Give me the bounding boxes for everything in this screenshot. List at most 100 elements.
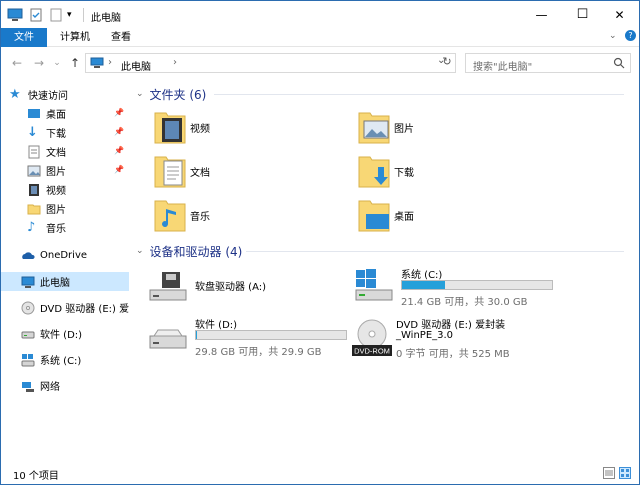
- minimize-button[interactable]: —: [519, 1, 564, 28]
- windows-drive-icon: [21, 353, 35, 367]
- recent-locations-button[interactable]: ⌄: [49, 55, 65, 71]
- dvd-drive-icon: DVD-ROM: [352, 319, 392, 356]
- sidebar-item-onedrive[interactable]: OneDrive: [1, 246, 129, 265]
- drive-usage-fill: [402, 281, 446, 289]
- sidebar-item-pictures[interactable]: 图片 📌: [1, 161, 129, 180]
- sidebar-item-documents[interactable]: 文档 📌: [1, 142, 129, 161]
- breadcrumb-separator[interactable]: ›: [108, 57, 112, 68]
- back-button[interactable]: ←: [9, 55, 25, 71]
- search-icon[interactable]: [613, 57, 625, 69]
- new-folder-icon[interactable]: [49, 8, 63, 22]
- network-icon: [21, 379, 35, 393]
- pin-icon[interactable]: 📌: [114, 108, 124, 117]
- this-pc-icon: [7, 8, 23, 21]
- ribbon-tabs: 文件 计算机 查看 ⌄ ?: [1, 28, 639, 47]
- tab-file[interactable]: 文件: [1, 28, 47, 47]
- download-icon: ↓: [27, 124, 38, 140]
- sidebar-item-videos[interactable]: 视频: [1, 180, 129, 199]
- sidebar-item-label: OneDrive: [40, 250, 88, 261]
- sidebar-item-music[interactable]: ♪ 音乐: [1, 218, 129, 237]
- folder-label: 图片: [394, 123, 414, 135]
- dvd-rom-label: DVD-ROM: [354, 347, 390, 356]
- group-title: 文件夹 (6): [149, 87, 207, 102]
- sidebar-item-desktop[interactable]: 桌面 📌: [1, 104, 129, 123]
- breadcrumb-this-pc[interactable]: 此电脑: [121, 58, 151, 73]
- drive-e[interactable]: DVD-ROM DVD 驱动器 (E:) 爱封装 _WinPE_3.0 0 字节…: [352, 316, 592, 360]
- tab-view[interactable]: 查看: [101, 28, 141, 47]
- drive-a[interactable]: 软盘驱动器 (A:): [148, 268, 348, 308]
- pin-icon[interactable]: 📌: [114, 127, 124, 136]
- sidebar-item-drive-d[interactable]: 软件 (D:): [1, 324, 129, 343]
- drive-name: 软盘驱动器 (A:): [195, 282, 267, 293]
- drive-info: 29.8 GB 可用，共 29.9 GB: [195, 347, 322, 358]
- sidebar-item-downloads[interactable]: ↓ 下载 📌: [1, 123, 129, 142]
- breadcrumb-separator[interactable]: ›: [173, 57, 177, 68]
- details-view-icon[interactable]: [603, 467, 615, 479]
- title-separator: [83, 8, 84, 22]
- sidebar-item-this-pc[interactable]: 此电脑: [1, 272, 129, 291]
- pin-icon[interactable]: 📌: [114, 165, 124, 174]
- hard-drive-icon: [149, 329, 187, 349]
- explorer-window: ▾ 此电脑 — ☐ ✕ 文件 计算机 查看 ⌄ ? ← → ⌄ ↑ › 此电脑 …: [0, 0, 640, 485]
- folder-label: 视频: [190, 123, 210, 135]
- help-icon[interactable]: ?: [625, 30, 636, 41]
- forward-button[interactable]: →: [31, 55, 47, 71]
- address-bar[interactable]: › 此电脑 › ⌄: [85, 53, 456, 73]
- folder-music[interactable]: 音乐: [154, 197, 210, 233]
- sidebar-item-dvd-drive[interactable]: DVD 驱动器 (E:) 爱封: [1, 298, 129, 317]
- sidebar-item-drive-c[interactable]: 系统 (C:): [1, 350, 129, 369]
- drive-usage-bar: [195, 330, 347, 340]
- drive-name: 软件 (D:): [195, 320, 238, 331]
- sidebar-item-label: 网络: [40, 382, 60, 393]
- close-button[interactable]: ✕: [597, 1, 640, 28]
- music-folder-icon: [154, 200, 186, 232]
- folder-desktop[interactable]: 桌面: [358, 197, 414, 233]
- refresh-button[interactable]: ↻: [439, 55, 455, 71]
- group-divider: [214, 94, 624, 95]
- sidebar-item-quick-access[interactable]: ★ 快速访问: [1, 85, 129, 104]
- sidebar-item-label: 此电脑: [40, 278, 70, 289]
- collapse-icon[interactable]: ⌄: [136, 246, 144, 256]
- up-button[interactable]: ↑: [67, 55, 83, 71]
- quick-access-toolbar: ▾: [7, 7, 72, 23]
- star-icon: ★: [9, 86, 21, 102]
- drive-d[interactable]: 软件 (D:) 29.8 GB 可用，共 29.9 GB: [148, 316, 348, 358]
- this-pc-icon: [21, 275, 35, 289]
- customize-qa-icon[interactable]: ▾: [67, 10, 72, 20]
- sidebar-item-label: 音乐: [46, 224, 66, 235]
- cloud-icon: [21, 249, 35, 263]
- this-pc-icon: [90, 57, 104, 68]
- pin-icon[interactable]: 📌: [114, 146, 124, 155]
- folder-pictures[interactable]: 图片: [358, 109, 414, 145]
- group-title: 设备和驱动器 (4): [149, 244, 243, 259]
- video-folder-icon: [154, 112, 186, 144]
- document-icon: [27, 145, 41, 159]
- collapse-icon[interactable]: ⌄: [136, 89, 144, 99]
- folder-videos[interactable]: 视频: [154, 109, 210, 145]
- expand-ribbon-icon[interactable]: ⌄: [609, 31, 617, 41]
- download-folder-icon: [358, 156, 390, 188]
- drive-info: 21.4 GB 可用，共 30.0 GB: [401, 297, 528, 308]
- sidebar-item-label: 快速访问: [28, 91, 68, 102]
- tab-computer[interactable]: 计算机: [53, 28, 97, 47]
- sidebar-item-network[interactable]: 网络: [1, 376, 129, 395]
- desktop-folder-icon: [358, 200, 390, 232]
- document-folder-icon: [154, 156, 186, 188]
- video-icon: [27, 183, 41, 197]
- drive-name: 系统 (C:): [401, 270, 443, 281]
- folder-label: 桌面: [394, 211, 414, 223]
- tiles-view-icon[interactable]: [619, 467, 631, 479]
- sidebar-item-label: 软件 (D:): [40, 330, 83, 341]
- folder-documents[interactable]: 文档: [154, 153, 210, 189]
- search-input[interactable]: 搜索"此电脑": [465, 53, 631, 73]
- sidebar-item-label: 系统 (C:): [40, 356, 82, 367]
- drive-info: 0 字节 可用，共 525 MB: [396, 349, 510, 360]
- folder-downloads[interactable]: 下载: [358, 153, 414, 189]
- drives-group-header[interactable]: ⌄ 设备和驱动器 (4): [136, 242, 242, 260]
- folders-group-header[interactable]: ⌄ 文件夹 (6): [136, 85, 206, 103]
- drive-c[interactable]: 系统 (C:) 21.4 GB 可用，共 30.0 GB: [354, 266, 554, 308]
- search-placeholder: 搜索"此电脑": [473, 62, 533, 73]
- sidebar-item-pictures-folder[interactable]: 图片: [1, 199, 129, 218]
- properties-icon[interactable]: [29, 8, 43, 22]
- music-icon: ♪: [27, 219, 36, 235]
